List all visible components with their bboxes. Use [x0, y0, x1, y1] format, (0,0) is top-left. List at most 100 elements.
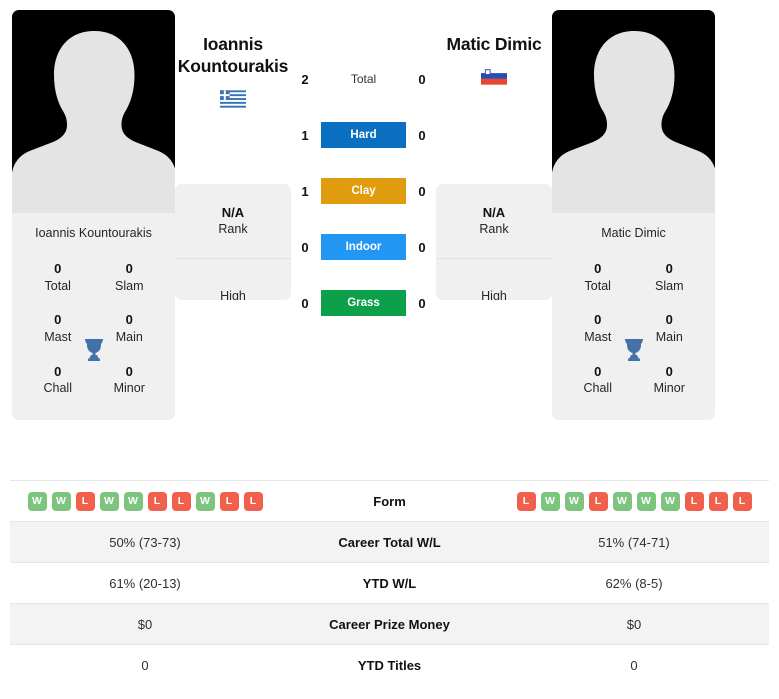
right-form-cell: LWWLWWWLLL: [499, 480, 769, 522]
h2h-right-score: 0: [418, 183, 426, 199]
form-badge-loss[interactable]: L: [684, 491, 704, 511]
stat-chall-value: 0: [54, 363, 62, 379]
form-badges: WWLWWLLWLL: [10, 491, 280, 511]
form-badge-win[interactable]: W: [660, 491, 680, 511]
table-row: $0 Career Prize Money $0: [10, 603, 769, 645]
stat-minor-label: Minor: [113, 381, 145, 396]
h2h-row-grass: 0 Grass 0: [291, 289, 436, 317]
stat-main: 0 Main: [638, 311, 700, 345]
stat-chall-label: Chall: [583, 381, 613, 396]
avatar-silhouette-icon: [552, 31, 715, 213]
stat-total-label: Total: [584, 278, 611, 293]
right-titles-grid: 0 Total 0 Slam 0 Mast 0 Main 0 Chall 0 M…: [552, 250, 715, 421]
form-badge-loss[interactable]: L: [171, 491, 191, 511]
left-player-caption: Ioannis Kountourakis: [12, 213, 175, 250]
stat-minor-value: 0: [665, 363, 673, 379]
left-player-name-block: Ioannis Kountourakis: [175, 10, 291, 126]
left-ytd_wl: 61% (20-13): [10, 562, 280, 604]
stat-total-label: Total: [44, 278, 71, 293]
form-badge-win[interactable]: W: [564, 491, 584, 511]
titles-row-1: 0 Total 0 Slam: [552, 252, 715, 303]
form-badge-loss[interactable]: L: [219, 491, 239, 511]
trophy-icon: [621, 336, 647, 362]
stat-main: 0 Main: [98, 311, 160, 345]
stat-mast-value: 0: [594, 312, 602, 328]
right-player-caption: Matic Dimic: [552, 213, 715, 250]
form-badge-win[interactable]: W: [99, 491, 119, 511]
form-badge-loss[interactable]: L: [708, 491, 728, 511]
stat-total: 0 Total: [567, 260, 629, 294]
stat-chall-value: 0: [594, 363, 602, 379]
stat-total-value: 0: [594, 261, 602, 276]
h2h-surface-grass[interactable]: Grass: [321, 290, 406, 316]
h2h-surface-indoor[interactable]: Indoor: [321, 234, 406, 260]
left-high-label: High: [220, 289, 246, 300]
stat-slam-value: 0: [125, 261, 133, 276]
stat-slam: 0 Slam: [98, 260, 160, 294]
titles-row-3: 0 Chall 0 Minor: [12, 355, 175, 406]
left-info-card: N/A Rank High 21 Age Plays: [175, 184, 291, 300]
form-badges: LWWLWWWLLL: [499, 491, 769, 511]
stat-row-label: YTD W/L: [280, 562, 499, 604]
stat-total-value: 0: [54, 261, 62, 276]
stat-chall: 0 Chall: [567, 363, 629, 397]
form-badge-loss[interactable]: L: [732, 491, 752, 511]
left-player-column: Ioannis Kountourakis 0 Total 0 Slam 0 Ma…: [12, 10, 175, 421]
form-badge-loss[interactable]: L: [516, 491, 536, 511]
left-rank-value: N/A: [221, 204, 245, 220]
left-form-cell: WWLWWLLWLL: [10, 480, 280, 522]
stat-mast-label: Mast: [584, 329, 612, 344]
form-badge-win[interactable]: W: [123, 491, 143, 511]
form-badge-loss[interactable]: L: [243, 491, 263, 511]
h2h-left-score: 0: [301, 239, 309, 255]
h2h-left-score: 2: [301, 71, 309, 87]
greece-flag-icon: [220, 90, 246, 108]
form-badge-win[interactable]: W: [636, 491, 656, 511]
left-rank-label: Rank: [218, 222, 248, 237]
stat-main-value: 0: [665, 312, 673, 328]
form-badge-win[interactable]: W: [195, 491, 215, 511]
form-badge-win[interactable]: W: [27, 491, 47, 511]
right-ytd_wl: 62% (8-5): [499, 562, 769, 604]
table-row: W W L W W L L W L L Form L W W L W W W L L L: [10, 480, 769, 522]
left-career_prize_money: $0: [10, 603, 280, 645]
stat-main-value: 0: [125, 312, 133, 328]
form-badge-win[interactable]: W: [612, 491, 632, 511]
h2h-surface-clay[interactable]: Clay: [321, 178, 406, 204]
right-high-row: High: [436, 259, 552, 300]
stats-comparison-table: W W L W W L L W L L Form L W W L W W W L L L 50% (73-73) Caree…: [10, 480, 769, 686]
right-player-column: Matic Dimic 0 Total 0 Slam 0 Mast 0 Main…: [552, 10, 715, 421]
right-rank-label: Rank: [479, 222, 509, 237]
form-badge-loss[interactable]: L: [75, 491, 95, 511]
stat-mast: 0 Mast: [27, 311, 89, 345]
h2h-row-indoor: 0 Indoor 0: [291, 233, 436, 261]
form-badge-loss[interactable]: L: [588, 491, 608, 511]
right-career_prize_money: $0: [499, 603, 769, 645]
stat-row-label: YTD Titles: [280, 644, 499, 686]
right-player-photo: [552, 10, 715, 213]
h2h-surface-hard[interactable]: Hard: [321, 122, 406, 148]
h2h-right-score: 0: [418, 71, 426, 87]
stat-slam-label: Slam: [655, 278, 684, 293]
left-ytd_titles: 0: [10, 644, 280, 686]
form-badge-win[interactable]: W: [540, 491, 560, 511]
right-player-name-block: Matic Dimic: [436, 10, 552, 126]
left-titles-grid: 0 Total 0 Slam 0 Mast 0 Main 0 Chall 0 M…: [12, 250, 175, 421]
stat-slam-value: 0: [665, 261, 673, 276]
right-high-label: High: [481, 289, 507, 300]
stat-row-label: Career Total W/L: [280, 521, 499, 563]
h2h-left-score: 0: [301, 295, 309, 311]
table-row: 61% (20-13) YTD W/L 62% (8-5): [10, 562, 769, 604]
trophy-icon: [81, 336, 107, 362]
stat-mast-label: Mast: [44, 329, 72, 344]
player-comparison-page: Ioannis Kountourakis 0 Total 0 Slam 0 Ma…: [0, 0, 779, 699]
h2h-surface-total: Total: [350, 72, 377, 86]
h2h-row-total: 2 Total 0: [291, 65, 436, 93]
form-badge-loss[interactable]: L: [147, 491, 167, 511]
right-player-name: Matic Dimic: [446, 34, 542, 54]
comparison-header: Ioannis Kountourakis 0 Total 0 Slam 0 Ma…: [0, 0, 779, 470]
form-badge-win[interactable]: W: [51, 491, 71, 511]
stat-minor-label: Minor: [653, 381, 685, 396]
left-player-photo: [12, 10, 175, 213]
h2h-left-score: 1: [301, 127, 309, 143]
